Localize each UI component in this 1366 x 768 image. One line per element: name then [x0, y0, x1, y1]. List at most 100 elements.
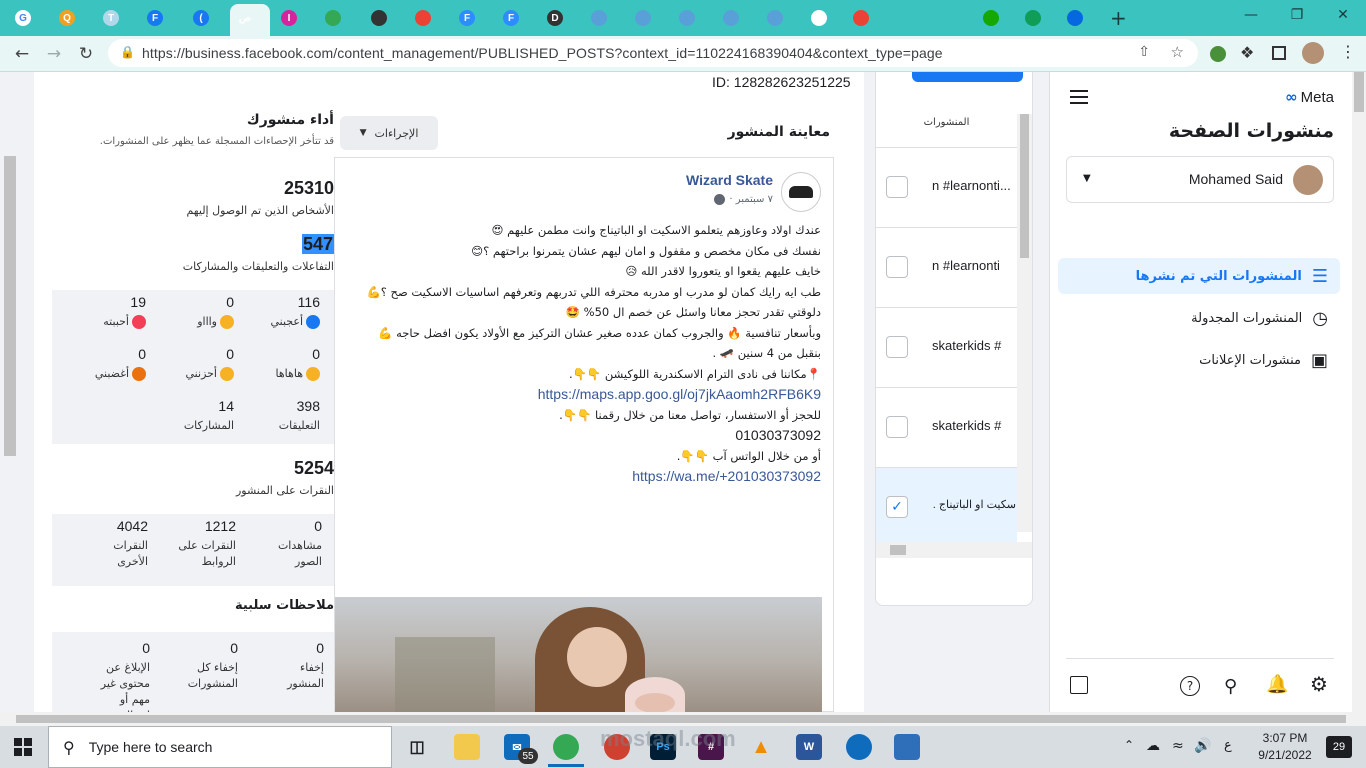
share-icon[interactable]: ⇧	[1138, 44, 1150, 60]
posts-list-vscroll[interactable]	[1017, 114, 1032, 532]
task-view-icon[interactable]: ◫	[404, 734, 430, 760]
post-list-row[interactable]: n #learnonti...	[876, 148, 1017, 228]
browser-tab[interactable]: D	[540, 6, 570, 30]
page-vscroll[interactable]	[1352, 72, 1366, 712]
vlc-icon[interactable]: ▲	[748, 734, 774, 760]
collapse-panel-icon[interactable]	[1070, 676, 1088, 694]
browser-tab[interactable]	[934, 6, 964, 30]
post-line: دلوقتي تقدر تحجز معانا واسئل عن خصم ال 5…	[565, 305, 821, 319]
forward-icon[interactable]: →	[42, 42, 66, 66]
volume-icon[interactable]: 🔊	[1194, 738, 1211, 754]
account-name: Mohamed Said	[1188, 171, 1283, 187]
post-link[interactable]: https://wa.me/+201030373092	[345, 466, 821, 487]
reaction-stat: 19 أحببته	[86, 294, 146, 330]
reaction-row: المشاركات	[174, 418, 234, 434]
restore-icon[interactable]: ❐	[1274, 0, 1320, 30]
circle-icon	[635, 10, 651, 26]
page-avatar[interactable]	[781, 172, 821, 212]
browser-tab-strip: G Q T F (ص I F F D + — ❐ ✕	[0, 0, 1366, 36]
browser-tab[interactable]	[1060, 6, 1090, 30]
word-icon[interactable]: W	[796, 734, 822, 760]
taskbar-search[interactable]: ⚲ Type here to search	[48, 726, 392, 768]
engagement-value[interactable]: 547	[301, 234, 334, 254]
browser-tab[interactable]	[1018, 6, 1048, 30]
caret-down-icon: ▼	[1083, 173, 1091, 184]
account-selector[interactable]: Mohamed Said ▼	[1066, 156, 1334, 203]
post-list-row[interactable]: n #learnonti	[876, 228, 1017, 308]
browser-tab[interactable]: G	[8, 6, 38, 30]
browser-tab[interactable]	[716, 6, 746, 30]
post-list-row[interactable]: ✓ سكيت او الباتيناج ...	[876, 468, 1017, 548]
new-tab-icon[interactable]: +	[1110, 6, 1127, 30]
file-explorer-icon[interactable]	[454, 734, 480, 760]
cloud-icon[interactable]: ☁	[1146, 738, 1160, 754]
page-name[interactable]: Wizard Skate	[686, 172, 773, 188]
browser-tab[interactable]: I	[274, 6, 304, 30]
notification-center[interactable]: 29	[1326, 736, 1352, 758]
hamburger-menu-icon[interactable]	[1070, 90, 1088, 104]
chrome-icon[interactable]	[553, 734, 579, 760]
browser-tab[interactable]	[846, 6, 876, 30]
row-checkbox[interactable]	[886, 256, 908, 278]
row-checkbox[interactable]	[886, 416, 908, 438]
reload-icon[interactable]: ↻	[74, 42, 98, 66]
browser-tab[interactable]: F	[452, 6, 482, 30]
extensions-puzzle-icon[interactable]: ❖	[1240, 43, 1254, 62]
input-language[interactable]: ع	[1224, 738, 1232, 753]
browser-tab[interactable]: Q	[52, 6, 82, 30]
browser-tab[interactable]	[890, 6, 920, 30]
chevron-up-icon[interactable]: ⌃	[1124, 738, 1134, 752]
windows-start-icon[interactable]	[14, 738, 32, 756]
create-post-button[interactable]	[912, 72, 1023, 82]
omnibox[interactable]: 🔒 https://business.facebook.com/content_…	[108, 39, 1198, 67]
browser-tab[interactable]: F	[496, 6, 526, 30]
browser-tab[interactable]	[672, 6, 702, 30]
browser-tab[interactable]	[760, 6, 790, 30]
bookmark-star-icon[interactable]: ☆	[1171, 43, 1184, 61]
browser-tab[interactable]	[628, 6, 658, 30]
row-checkbox[interactable]	[886, 176, 908, 198]
inner-scrollbar-thumb[interactable]	[4, 156, 16, 456]
menu-kebab-icon[interactable]: ⋮	[1340, 42, 1356, 61]
sidebar-item[interactable]: ◷ المنشورات المجدولة	[1058, 300, 1340, 336]
page-hscroll[interactable]	[0, 712, 1366, 726]
extension-globe-icon[interactable]	[1210, 46, 1226, 62]
browser-tab[interactable]	[584, 6, 614, 30]
profile-avatar[interactable]	[1302, 42, 1324, 64]
browser-tab[interactable]	[408, 6, 438, 30]
search-icon[interactable]: ⚲	[1224, 676, 1237, 697]
minimize-icon[interactable]: —	[1228, 0, 1274, 30]
browser-tab[interactable]	[318, 6, 348, 30]
help-icon[interactable]: ?	[1180, 676, 1200, 696]
gear-icon[interactable]: ⚙	[1310, 672, 1328, 696]
post-line: 📍مكاننا فى نادى الترام الاسكندرية اللوكي…	[568, 366, 821, 381]
close-icon[interactable]: ✕	[1320, 0, 1366, 30]
clock[interactable]: 3:07 PM 9/21/2022	[1256, 730, 1314, 764]
tips-bulb-icon[interactable]	[846, 734, 872, 760]
post-list-row[interactable]: skaterkids #	[876, 308, 1017, 388]
sidebar-item[interactable]: ☰ المنشورات التي تم نشرها	[1058, 258, 1340, 294]
browser-tab[interactable]	[364, 6, 394, 30]
side-panel-icon[interactable]	[1272, 46, 1286, 60]
posts-list-hscroll[interactable]	[876, 542, 1032, 558]
post-link[interactable]: https://maps.app.goo.gl/oj7jkAaomh2RFB6K…	[345, 384, 821, 405]
browser-tab[interactable]: ص	[230, 6, 260, 30]
row-checkbox[interactable]: ✓	[886, 496, 908, 518]
sidebar-item[interactable]: ▣ منشورات الإعلانات	[1058, 342, 1340, 378]
post-list-row[interactable]: skaterkids #	[876, 388, 1017, 468]
browser-tab[interactable]	[976, 6, 1006, 30]
meta-infinity-icon: ∞	[1285, 88, 1298, 106]
bell-icon[interactable]: 🔔	[1266, 674, 1288, 695]
photos-icon[interactable]	[894, 734, 920, 760]
post-line: عندك اولاد وعاوزهم يتعلمو الاسكيت او الب…	[491, 223, 821, 237]
reaction-label: أحزنني	[185, 367, 217, 380]
browser-tab[interactable]: F	[140, 6, 170, 30]
wifi-icon[interactable]: ≈	[1172, 738, 1184, 754]
back-icon[interactable]: ←	[10, 42, 34, 66]
browser-tab[interactable]	[804, 6, 834, 30]
actions-dropdown[interactable]: الإجراءات ▼	[340, 116, 438, 150]
row-checkbox[interactable]	[886, 336, 908, 358]
browser-tab[interactable]: (	[186, 6, 216, 30]
post-image[interactable]	[335, 597, 822, 712]
browser-tab[interactable]: T	[96, 6, 126, 30]
